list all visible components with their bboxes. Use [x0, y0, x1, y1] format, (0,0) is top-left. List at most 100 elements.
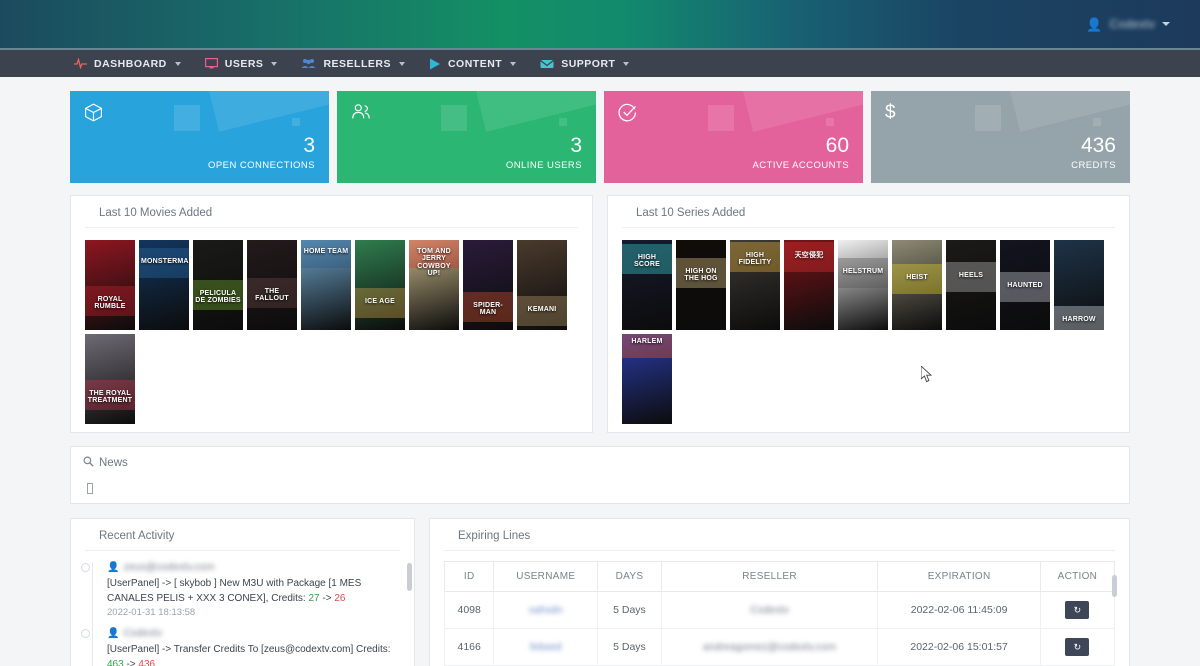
stat-value: 60 — [618, 135, 849, 156]
news-panel: News — [70, 446, 1130, 504]
chevron-down-icon[interactable] — [623, 62, 629, 66]
expiring-lines-table: IDUSERNAMEDAYSRESELLEREXPIRATIONACTION 4… — [444, 561, 1115, 666]
stat-label: ONLINE USERS — [351, 160, 582, 171]
nav-item-resellers[interactable]: RESELLERS — [301, 50, 405, 77]
poster-title: ICE AGE — [355, 298, 405, 305]
column-header[interactable]: ID — [445, 562, 494, 592]
cell-username[interactable]: sahsdn — [494, 592, 598, 629]
poster-title: SPIDER-MAN — [463, 302, 513, 317]
credits-from: 463 — [107, 659, 124, 666]
movie-poster[interactable]: KEMANI — [517, 240, 567, 330]
series-poster[interactable]: HEELS — [946, 240, 996, 330]
refresh-icon[interactable]: ↻ — [1065, 638, 1089, 656]
panel-title: Last 10 Movies Added — [85, 196, 578, 228]
nav-label: RESELLERS — [323, 58, 391, 70]
movie-poster[interactable]: SPIDER-MAN — [463, 240, 513, 330]
user-account-menu[interactable]: 👤 Codextv — [1086, 17, 1170, 31]
movie-poster[interactable]: HOME TEAM — [301, 240, 351, 330]
series-poster[interactable]: HARROW — [1054, 240, 1104, 330]
chevron-down-icon[interactable] — [1162, 22, 1170, 26]
poster-title: HOME TEAM — [301, 248, 351, 255]
activity-timestamp: 2022-01-31 18:13:58 — [107, 607, 402, 618]
activity-scrollbar[interactable] — [407, 563, 412, 591]
series-poster[interactable]: HEIST — [892, 240, 942, 330]
stat-label: CREDITS — [885, 160, 1116, 171]
poster-title: PELICULA DE ZOMBIES — [193, 290, 243, 305]
series-poster[interactable]: HIGH FIDELITY — [730, 240, 780, 330]
activity-user: 👤 Codextv — [107, 627, 402, 639]
chevron-down-icon[interactable] — [510, 62, 516, 66]
chevron-down-icon[interactable] — [175, 62, 181, 66]
nav-item-content[interactable]: CONTENT — [429, 50, 516, 77]
cube-icon — [84, 103, 315, 126]
monitor-icon — [205, 58, 218, 69]
news-body — [71, 477, 1129, 515]
poster-title: ROYAL RUMBLE — [85, 296, 135, 311]
poster-title: HIGH SCORE — [622, 254, 672, 269]
column-header[interactable]: RESELLER — [661, 562, 878, 592]
activity-user-name: Codextv — [123, 627, 162, 639]
poster-title: HIGH FIDELITY — [730, 252, 780, 267]
activity-text: [UserPanel] -> Transfer Credits To [zeus… — [107, 642, 402, 666]
activity-user: 👤zeus@codextv.com — [107, 561, 402, 573]
cell-id: 4098 — [445, 592, 494, 629]
series-poster[interactable]: HAUNTED — [1000, 240, 1050, 330]
panel-title: Expiring Lines — [444, 519, 1115, 551]
nav-label: DASHBOARD — [94, 58, 167, 70]
panel-title: Last 10 Series Added — [622, 196, 1115, 228]
person-icon: 👤 — [107, 562, 119, 573]
person-icon: 👤 — [1086, 18, 1102, 31]
movie-poster[interactable]: MONSTERMANIA — [139, 240, 189, 330]
stat-card-open-connections[interactable]: 3 OPEN CONNECTIONS — [70, 91, 329, 183]
series-poster[interactable]: HARLEM — [622, 334, 672, 424]
chevron-down-icon[interactable] — [271, 62, 277, 66]
table-row[interactable]: 4098sahsdn5 DaysCodextv2022-02-06 11:45:… — [445, 592, 1115, 629]
cell-id: 4166 — [445, 629, 494, 666]
table-row[interactable]: 4166febsed5 Daysandreagomez@codextv.com2… — [445, 629, 1115, 666]
person-icon: 👤 — [107, 628, 119, 639]
activity-item: 👤 Codextv [UserPanel] -> Transfer Credits … — [85, 627, 402, 666]
column-header[interactable]: USERNAME — [494, 562, 598, 592]
series-poster[interactable]: 天空侵犯 — [784, 240, 834, 330]
movie-poster[interactable]: ICE AGE — [355, 240, 405, 330]
movie-poster[interactable]: PELICULA DE ZOMBIES — [193, 240, 243, 330]
chevron-down-icon[interactable] — [399, 62, 405, 66]
movie-poster[interactable]: TOM AND JERRY COWBOY UP! — [409, 240, 459, 330]
series-poster[interactable]: HIGH ON THE HOG — [676, 240, 726, 330]
stat-card-active-accounts[interactable]: 60 ACTIVE ACCOUNTS — [604, 91, 863, 183]
poster-title: THE FALLOUT — [247, 288, 297, 303]
nav-item-support[interactable]: SUPPORT — [540, 50, 629, 77]
nav-item-users[interactable]: USERS — [205, 50, 278, 77]
cell-username[interactable]: febsed — [494, 629, 598, 666]
play-triangle-icon — [429, 58, 441, 70]
expiring-lines-panel: Expiring Lines IDUSERNAMEDAYSRESELLEREXP… — [429, 518, 1130, 666]
cell-expiration: 2022-02-06 15:01:57 — [878, 629, 1040, 666]
column-header[interactable]: EXPIRATION — [878, 562, 1040, 592]
movie-poster[interactable]: ROYAL RUMBLE — [85, 240, 135, 330]
column-header[interactable]: DAYS — [598, 562, 662, 592]
table-header-row: IDUSERNAMEDAYSRESELLEREXPIRATIONACTION — [445, 562, 1115, 592]
news-panel-header: News — [71, 447, 1129, 477]
users-icon — [351, 103, 582, 125]
cell-action: ↻ — [1040, 592, 1114, 629]
stat-value: 3 — [351, 135, 582, 156]
nav-item-dashboard[interactable]: DASHBOARD — [74, 50, 181, 77]
movie-poster[interactable]: THE FALLOUT — [247, 240, 297, 330]
nav-label: SUPPORT — [561, 58, 615, 70]
nav-label: CONTENT — [448, 58, 502, 70]
stat-value: 3 — [84, 135, 315, 156]
cell-action: ↻ — [1040, 629, 1114, 666]
poster-title: TOM AND JERRY COWBOY UP! — [409, 248, 459, 277]
poster-title: THE ROYAL TREATMENT — [85, 390, 135, 405]
table-scrollbar[interactable] — [1112, 575, 1117, 597]
dollar-icon: $ — [885, 103, 1116, 122]
stat-label: OPEN CONNECTIONS — [84, 160, 315, 171]
stat-card-online-users[interactable]: 3 ONLINE USERS — [337, 91, 596, 183]
series-poster[interactable]: HIGH SCORE — [622, 240, 672, 330]
movie-poster[interactable]: THE ROYAL TREATMENT — [85, 334, 135, 424]
column-header[interactable]: ACTION — [1040, 562, 1114, 592]
refresh-icon[interactable]: ↻ — [1065, 601, 1089, 619]
stat-card-credits[interactable]: $ 436 CREDITS — [871, 91, 1130, 183]
activity-item: 👤zeus@codextv.com[UserPanel] -> [ skybob… — [85, 561, 402, 618]
series-poster[interactable]: HELSTRUM — [838, 240, 888, 330]
